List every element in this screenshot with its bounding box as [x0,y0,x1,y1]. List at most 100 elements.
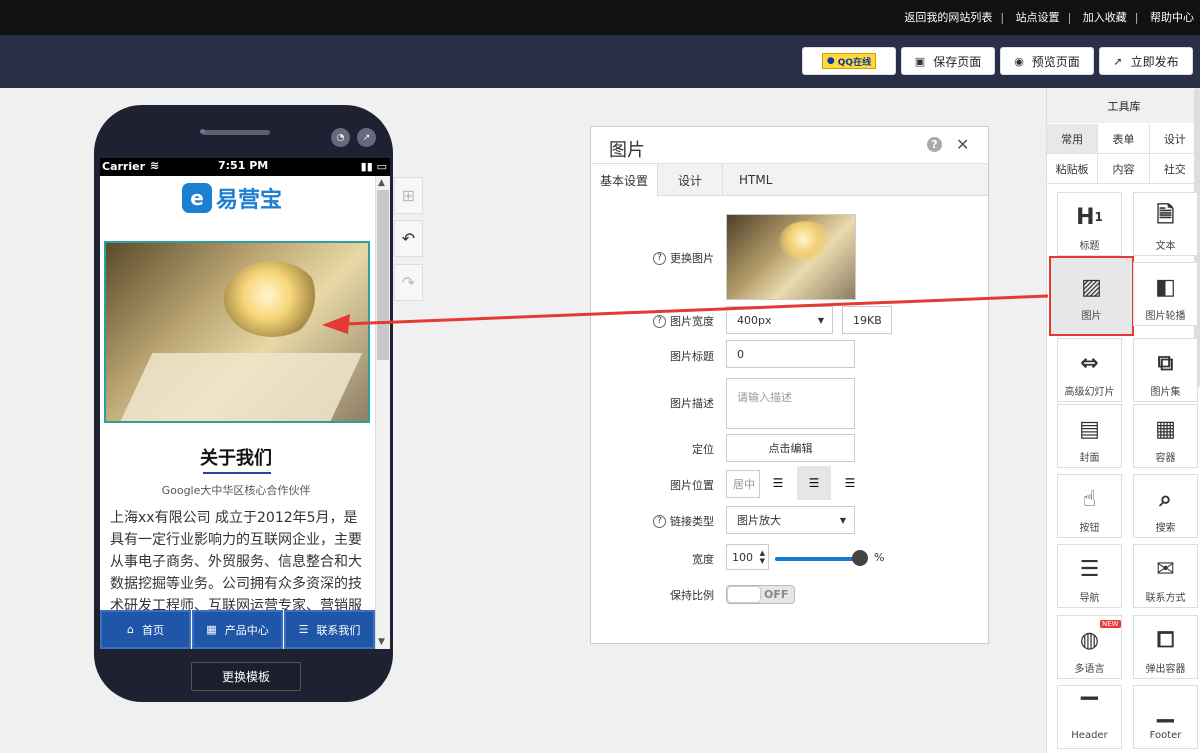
title-input-value: 0 [737,347,744,361]
position-button-label: 点击编辑 [768,442,813,455]
wifi-icon: ≋ [150,159,160,172]
redo-icon[interactable]: ↷ [394,264,423,301]
site-settings-link[interactable]: 站点设置 [1016,9,1060,25]
width-number-input[interactable]: 100 ▲ ▼ [726,544,769,570]
publish-button[interactable]: ➚ 立即发布 [1099,47,1193,75]
tile-label: 文本 [1155,241,1176,252]
tile-label: Footer [1149,730,1182,741]
tile-footer[interactable]: ▁ Footer [1133,685,1198,749]
image-desc-textarea[interactable]: 请输入描述 [726,378,855,429]
tile-label: 容器 [1155,453,1176,464]
image-thumbnail[interactable] [726,214,856,300]
tile-label: 按钮 [1079,523,1100,534]
grid-tool-icon[interactable]: ⊞ [394,177,423,214]
stepper-icon[interactable]: ▲ ▼ [760,549,765,565]
width-slider-knob[interactable] [852,550,868,566]
header-layout-icon: ▔ [1081,697,1098,723]
scroll-up-icon[interactable]: ▲ [378,178,385,188]
gallery-icon: ⧉ [1157,350,1174,376]
tile-gallery[interactable]: ⧉ 图片集 [1133,338,1198,402]
align-left-icon[interactable]: ☰ [761,466,795,500]
align-center-icon[interactable]: ☰ [797,466,831,500]
tab-clipboard[interactable]: 粘贴板 [1047,154,1099,184]
tile-search[interactable]: ⌕ 搜索 [1133,474,1198,538]
file-size-value: 19KB [853,313,882,327]
wechat-icon[interactable]: ◔ [331,128,350,147]
align-right-icon[interactable]: ☰ [833,466,867,500]
phone-camera [200,129,205,134]
undo-icon[interactable]: ↶ [394,220,423,257]
tab-common[interactable]: 常用 [1047,124,1099,154]
tab-design[interactable]: 设计 [658,164,724,196]
tile-container[interactable]: ▦ 容器 [1133,404,1198,468]
image-title-label: 图片标题 [670,350,714,363]
tab-basic-settings[interactable]: 基本设置 [591,164,659,197]
image-position-label: 图片位置 [670,479,714,492]
nav-list-icon: ☰ [1079,556,1100,582]
qq-label: QQ在线 [837,57,872,68]
tile-header[interactable]: ▔ Header [1057,685,1122,749]
tab-design[interactable]: 设计 [1149,124,1200,154]
link-type-label: ? 链接类型 [653,513,714,529]
width-label: 宽度 [692,553,714,566]
nav-products[interactable]: ▦ 产品中心 [192,610,283,649]
question-icon: ? [653,251,666,265]
thumb-bulb [779,221,833,261]
question-icon: ? [653,514,666,528]
site-logo[interactable]: e 易营宝 [182,182,282,214]
change-template-button[interactable]: 更换模板 [191,662,301,691]
qq-badge: ● QQ在线 [821,53,877,69]
tile-contact[interactable]: ✉ 联系方式 [1133,544,1198,608]
add-favorite-link[interactable]: 加入收藏 [1083,9,1127,25]
contact-icon: ✉ [1156,556,1175,582]
tile-popup[interactable]: ⧠ 弹出容器 [1133,615,1198,679]
phone-scrollbar[interactable]: ▲ ▼ [375,176,390,649]
tab-form[interactable]: 表单 [1098,124,1150,154]
position-edit-button[interactable]: 点击编辑 [726,434,855,462]
panel-tabs: 基本设置 设计 HTML [591,163,988,197]
tile-slideshow[interactable]: ⇔ 高级幻灯片 [1057,338,1122,402]
nav-contact-label: 联系我们 [316,623,361,637]
tile-heading[interactable]: H 1 标题 [1057,192,1122,256]
keep-ratio-label: 保持比例 [670,589,714,602]
tile-button[interactable]: ☝ 按钮 [1057,474,1122,538]
preview-page-button[interactable]: ◉ 预览页面 [1000,47,1094,75]
scroll-thumb[interactable] [377,190,389,360]
tile-carousel[interactable]: ◧ 图片轮播 [1133,262,1198,326]
link-type-select[interactable]: 图片放大 ▼ [726,506,855,534]
tile-image[interactable]: ▨ 图片 [1049,256,1134,336]
tile-text[interactable]: 🗎 文本 [1133,192,1198,256]
cover-icon: ▤ [1079,416,1100,442]
nav-home[interactable]: ⌂ 首页 [100,610,191,649]
selected-image-block[interactable] [104,241,370,423]
tile-label: 标题 [1079,241,1100,252]
carrier-label: Carrier [102,160,146,173]
position-value: 居中 [733,478,755,491]
help-icon[interactable]: ? [927,137,942,152]
save-page-button[interactable]: ▣ 保存页面 [901,47,995,75]
tab-social[interactable]: 社交 [1149,154,1200,184]
nav-contact[interactable]: ☰ 联系我们 [284,610,375,649]
tile-label: 多语言 [1074,664,1105,675]
close-icon[interactable]: ✕ [956,135,969,154]
tile-multilang[interactable]: ◍ NEW 多语言 [1057,615,1122,679]
qq-online-button[interactable]: ● QQ在线 [802,47,896,75]
desc-placeholder: 请输入描述 [737,391,792,404]
width-slider-track[interactable] [775,557,861,561]
nav-products-label: 产品中心 [224,623,269,637]
help-center-link[interactable]: 帮助中心 [1150,9,1194,25]
back-to-sites-link[interactable]: 返回我的网站列表 [904,9,992,25]
scroll-down-icon[interactable]: ▼ [378,637,385,647]
tab-html[interactable]: HTML [723,164,788,196]
position-label: 定位 [692,443,714,456]
tile-cover[interactable]: ▤ 封面 [1057,404,1122,468]
phone-screen: Carrier ≋ 7:51 PM ▮▮ ▭ e 易营宝 关于我们 Google… [100,158,390,649]
footer-layout-icon: ▁ [1157,697,1174,723]
tile-nav[interactable]: ☰ 导航 [1057,544,1122,608]
chevron-down-icon: ▼ [817,315,824,325]
keep-ratio-toggle[interactable]: OFF [726,585,795,604]
image-width-select[interactable]: 400px ▼ [726,306,833,334]
image-title-input[interactable]: 0 [726,340,855,368]
tab-content[interactable]: 内容 [1098,154,1150,184]
stats-icon[interactable]: ↗ [357,128,376,147]
